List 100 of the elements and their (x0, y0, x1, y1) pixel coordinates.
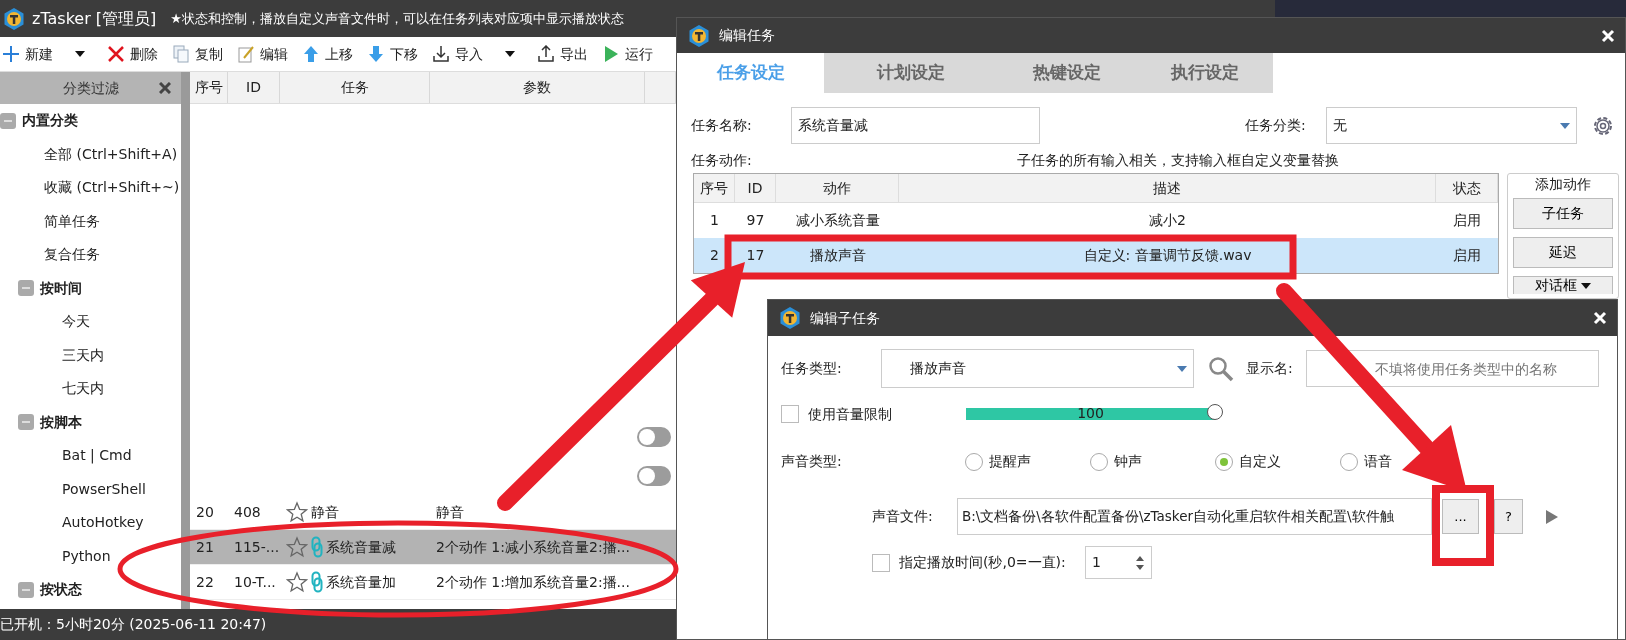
tree-item[interactable]: Bat | Cmd (62, 445, 132, 467)
radio-option[interactable]: 语音 (1340, 451, 1392, 472)
table-cell-text: 自定义: 音量调节反馈.wav (1082, 246, 1253, 265)
spin-arrows-icon[interactable] (1135, 554, 1145, 571)
column-header[interactable]: 动作 (776, 174, 899, 202)
table-cell-text: 10-T... (233, 572, 277, 592)
tree-item[interactable]: PowserShell (62, 478, 146, 500)
input-field[interactable]: 系统音量减 (791, 107, 1040, 144)
table-cell-text: 17 (745, 246, 766, 265)
field-label: 显示名: (1246, 359, 1294, 378)
tab[interactable]: 执行设定 (1136, 53, 1273, 93)
logo-icon (778, 306, 802, 330)
tree-item[interactable]: 按时间 (40, 277, 82, 299)
table-cell-text: 减小系统音量 (794, 211, 881, 230)
star-icon[interactable] (286, 571, 308, 593)
status-text: 已开机：5小时20分 (2025-06-11 20:47) (0, 615, 267, 634)
action-button[interactable]: 对话框 (1513, 276, 1613, 294)
close-icon[interactable] (159, 82, 171, 94)
dialog-title: 编辑子任务 (810, 308, 880, 328)
caret-icon (1560, 121, 1570, 130)
tree-item[interactable]: 七天内 (62, 378, 104, 400)
checkbox[interactable] (872, 553, 890, 572)
field-label: 声音文件: (872, 507, 934, 526)
tree-item[interactable]: 简单任务 (44, 210, 100, 232)
column-header[interactable]: ID (735, 174, 776, 202)
toolbar-button[interactable]: 复制 (170, 43, 225, 65)
toolbar-button[interactable]: 编辑 (235, 43, 290, 65)
column-header[interactable]: 任务 (280, 72, 430, 103)
tree-item[interactable]: Python (62, 545, 111, 567)
tree-item[interactable]: 按脚本 (40, 411, 82, 433)
dropdown-field[interactable]: 播放声音 (881, 349, 1194, 388)
radio-option[interactable]: 钟声 (1090, 451, 1170, 472)
column-header[interactable]: 状态 (1436, 174, 1498, 202)
toggle-switch[interactable] (636, 425, 672, 448)
collapse-icon[interactable] (18, 280, 34, 297)
tab[interactable]: 计划设定 (824, 53, 998, 93)
radio-option[interactable]: 自定义 (1215, 451, 1295, 472)
checkbox-label: 指定播放时间(秒,0=一直): (899, 553, 1067, 572)
help-button[interactable]: ? (1494, 499, 1523, 534)
panel-title: 分类过滤 (62, 78, 119, 98)
slider-thumb[interactable] (1207, 404, 1223, 420)
group-title: 添加动作 (1535, 175, 1591, 194)
toolbar-button[interactable]: 运行 (600, 43, 655, 65)
toggle-switch[interactable] (636, 464, 672, 487)
window-subtitle: ★状态和控制，播放自定义声音文件时，可以在任务列表对应项中显示播放状态 (170, 9, 624, 28)
table-row[interactable]: 2 17 播放声音 自定义: 音量调节反馈.wav 启用 (694, 238, 1498, 273)
tab[interactable]: 热键设定 (998, 53, 1136, 93)
table-cell-text: 2 (709, 246, 720, 265)
collapse-icon[interactable] (0, 112, 16, 129)
action-button[interactable]: 子任务 (1513, 198, 1613, 229)
down-arrow-icon (367, 45, 385, 63)
number-spinner[interactable]: 1 (1085, 546, 1152, 579)
table-row[interactable]: 22 10-T... 系统音量加 2个动作 1:增加系统音量2:播... (190, 565, 676, 600)
column-header[interactable]: 序号 (190, 72, 228, 103)
up-arrow-icon (302, 45, 320, 63)
logo-icon (687, 23, 711, 48)
field-label: 任务名称: (691, 116, 753, 135)
copy-icon (172, 45, 190, 63)
tree-item[interactable]: 按状态 (40, 579, 82, 601)
column-header[interactable]: 参数 (430, 72, 645, 103)
checkbox-label: 使用音量限制 (808, 404, 893, 424)
export-icon (537, 45, 555, 63)
task-name: 系统音量减 (326, 537, 396, 557)
plus-icon (2, 45, 20, 63)
collapse-icon[interactable] (18, 414, 34, 431)
radio-option[interactable]: 提醒声 (965, 451, 1045, 472)
column-header[interactable]: 序号 (694, 174, 735, 202)
checkbox[interactable] (781, 405, 799, 423)
toolbar-button[interactable]: 导出 (535, 43, 590, 65)
caret-icon (1177, 364, 1187, 373)
search-icon[interactable] (1208, 355, 1234, 382)
input-field[interactable]: 不填将使用任务类型中的名称 (1306, 350, 1599, 387)
field-label: 声音类型: (781, 452, 843, 471)
dropdown-field[interactable]: 无 (1326, 107, 1577, 144)
toolbar-button[interactable]: 新建 (0, 43, 55, 65)
play-icon (602, 45, 620, 63)
tree-item[interactable]: 收藏 (Ctrl+Shift+~) (44, 177, 180, 199)
column-header[interactable]: ID (228, 72, 280, 103)
tree-item[interactable]: 三天内 (62, 344, 104, 366)
table-row[interactable]: 1 97 减小系统音量 减小2 启用 (694, 203, 1498, 238)
toolbar-button[interactable]: 导入 (430, 43, 485, 65)
tree-item[interactable]: 内置分类 (22, 110, 78, 132)
input-field[interactable]: B:\文档备份\各软件配置备份\zTasker自动化重启软件相关配置\软件触 (957, 498, 1432, 535)
tree-item[interactable]: 复合任务 (44, 244, 100, 266)
action-button[interactable]: 延迟 (1513, 237, 1613, 268)
column-header[interactable]: 描述 (899, 174, 1436, 202)
play-icon[interactable] (1546, 509, 1558, 524)
star-icon[interactable] (286, 536, 308, 558)
collapse-icon[interactable] (18, 581, 34, 598)
browse-button[interactable]: ... (1442, 499, 1479, 534)
toolbar-button[interactable]: 下移 (365, 43, 420, 65)
tree-item[interactable]: 全部 (Ctrl+Shift+A) (44, 143, 178, 165)
star-icon[interactable] (286, 501, 308, 523)
hint-text: 子任务的所有输入相关，支持输入框自定义变量替换 (1017, 151, 1339, 170)
tree-item[interactable]: 今天 (62, 311, 90, 333)
tree-item[interactable]: AutoHotkey (62, 512, 144, 534)
task-name: 静音 (311, 502, 339, 522)
toolbar-button[interactable]: 上移 (300, 43, 355, 65)
toolbar-button[interactable]: 删除 (105, 43, 160, 65)
table-cell-text: 启用 (1452, 246, 1482, 265)
